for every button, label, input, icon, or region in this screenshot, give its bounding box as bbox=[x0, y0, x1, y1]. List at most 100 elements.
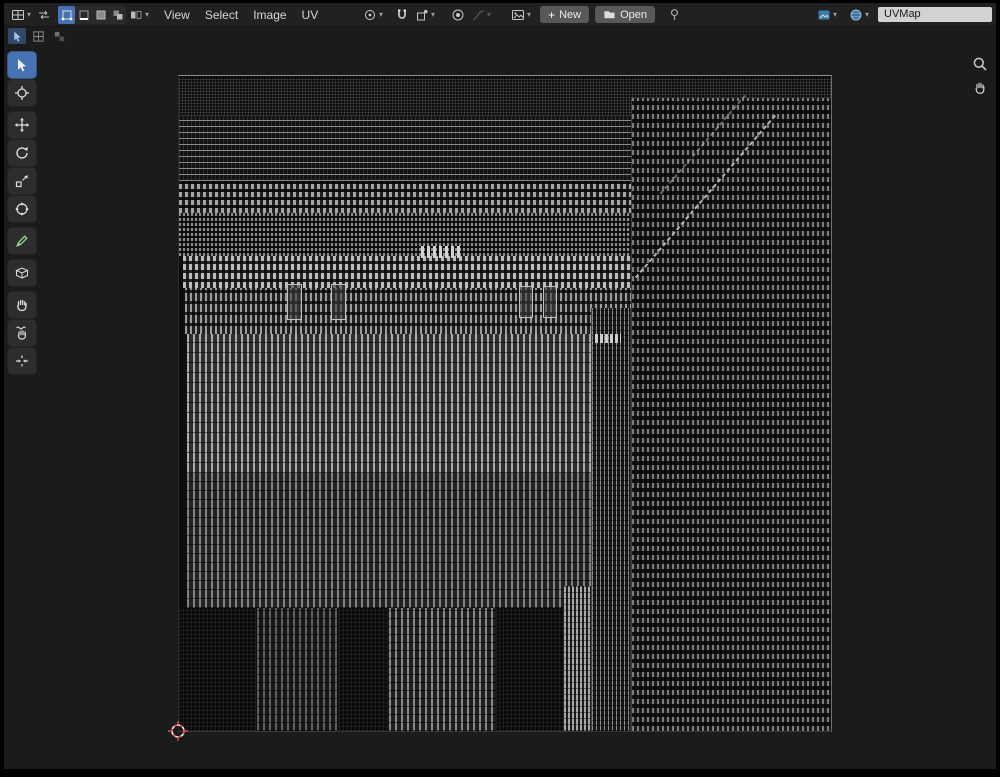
pin-image-toggle[interactable] bbox=[665, 5, 684, 24]
uv-mesh-region-dense-dots bbox=[179, 213, 644, 256]
pivot-point-dropdown[interactable]: ▾ bbox=[360, 5, 386, 24]
edge-mode-icon bbox=[79, 10, 89, 20]
proportional-editing-toggle[interactable] bbox=[448, 5, 468, 24]
tool-popover-2[interactable] bbox=[50, 28, 68, 44]
uv-bright-rect-2 bbox=[331, 284, 346, 320]
menu-uv[interactable]: UV bbox=[302, 8, 319, 22]
uv-image-area[interactable] bbox=[178, 75, 832, 732]
relax-hand-icon bbox=[16, 326, 26, 340]
move-icon bbox=[14, 117, 30, 133]
sticky-selection-icon bbox=[131, 10, 142, 19]
uv-bright-cluster-2 bbox=[595, 334, 621, 343]
annotate-pencil-icon bbox=[16, 235, 28, 247]
uv-select-mode-group bbox=[58, 5, 127, 24]
uv-mesh-region-dash-rows bbox=[179, 181, 644, 213]
tool-relax[interactable] bbox=[8, 320, 36, 346]
tool-rotate[interactable] bbox=[8, 140, 36, 166]
tool-rip-region[interactable] bbox=[8, 260, 36, 286]
display-channels-icon bbox=[818, 10, 830, 19]
pin-icon bbox=[670, 9, 679, 21]
squares-icon bbox=[54, 31, 64, 41]
header-left-cluster: ▾ ▾ View Select Image UV bbox=[8, 3, 318, 26]
chevron-down-icon: ▾ bbox=[832, 9, 837, 19]
menubar: View Select Image UV bbox=[164, 8, 318, 22]
tweak-select-icon bbox=[18, 59, 26, 72]
tool-move[interactable] bbox=[8, 112, 36, 138]
chevron-down-icon: ▾ bbox=[431, 9, 436, 19]
open-image-label: Open bbox=[620, 8, 648, 21]
active-tool-indicator[interactable] bbox=[8, 28, 26, 44]
zoom-gizmo[interactable] bbox=[969, 53, 991, 75]
tool-pinch[interactable] bbox=[8, 348, 36, 374]
falloff-curve-icon bbox=[472, 10, 484, 20]
chevron-down-icon: ▾ bbox=[145, 9, 150, 19]
uv-mesh-region-comb bbox=[185, 288, 641, 334]
chevron-down-icon: ▾ bbox=[487, 9, 492, 19]
chevron-down-icon: ▾ bbox=[527, 9, 532, 19]
pivot-point-icon bbox=[365, 9, 375, 20]
uv-editor-header: ▾ ▾ View Select Image UV ▾ ▾ ▾ ▾ + New O… bbox=[4, 3, 996, 27]
proportional-falloff-dropdown[interactable]: ▾ bbox=[468, 5, 494, 24]
tool-popover-1[interactable] bbox=[29, 28, 47, 44]
tool-settings-bar bbox=[8, 28, 68, 44]
tool-transform[interactable] bbox=[8, 196, 36, 222]
plus-icon: + bbox=[548, 7, 556, 22]
select-mode-island[interactable] bbox=[109, 6, 126, 24]
chevron-down-icon: ▾ bbox=[27, 9, 32, 19]
uv-bright-rect-3 bbox=[519, 286, 533, 318]
menu-select[interactable]: Select bbox=[205, 8, 238, 22]
select-mode-face[interactable] bbox=[92, 6, 109, 24]
folder-icon bbox=[604, 11, 615, 19]
magnet-icon bbox=[398, 9, 406, 19]
tool-tweak-select[interactable] bbox=[8, 52, 36, 78]
uv-mesh-region-middle-strip bbox=[591, 308, 631, 731]
tool-scale[interactable] bbox=[8, 168, 36, 194]
uv-mesh-region-bottom-patch-3 bbox=[564, 586, 591, 731]
magnifier-icon bbox=[973, 57, 987, 71]
uvmap-name-field[interactable]: UVMap bbox=[878, 7, 992, 22]
uv-mesh-region-bright-band bbox=[183, 256, 641, 288]
chevron-down-icon: ▾ bbox=[864, 9, 869, 19]
sphere-icon bbox=[850, 9, 862, 20]
display-channels-dropdown[interactable]: ▾ bbox=[814, 5, 840, 24]
header-right-cluster: ▾ ▾ UVMap bbox=[814, 3, 992, 26]
uv-bright-rect-1 bbox=[287, 284, 302, 320]
sync-arrows-icon bbox=[39, 10, 50, 19]
uv-sync-selection-toggle[interactable] bbox=[34, 5, 54, 24]
rotate-icon bbox=[16, 146, 28, 159]
uv-bright-cluster-1 bbox=[421, 246, 463, 258]
blender-window: ▾ ▾ View Select Image UV ▾ ▾ ▾ ▾ + New O… bbox=[0, 0, 1000, 777]
new-image-button[interactable]: + New bbox=[540, 6, 590, 23]
uv-mesh-region-bottom-patch-1 bbox=[257, 608, 337, 731]
island-mode-icon bbox=[113, 10, 123, 19]
menu-view[interactable]: View bbox=[164, 8, 190, 22]
chevron-down-icon: ▾ bbox=[379, 9, 384, 19]
sticky-selection-dropdown[interactable]: ▾ bbox=[126, 5, 152, 24]
vertex-mode-icon bbox=[61, 10, 72, 20]
open-image-button[interactable]: Open bbox=[595, 6, 656, 23]
browse-image-dropdown[interactable]: ▾ bbox=[508, 5, 534, 24]
snap-toggle[interactable] bbox=[392, 5, 412, 24]
editor-type-dropdown[interactable]: ▾ bbox=[8, 5, 34, 24]
grid-icon bbox=[32, 30, 44, 42]
select-mode-edge[interactable] bbox=[75, 6, 92, 24]
header-center-cluster: ▾ ▾ ▾ ▾ + New Open bbox=[360, 3, 684, 26]
2d-cursor[interactable] bbox=[168, 721, 188, 741]
rip-region-icon bbox=[15, 267, 29, 279]
pinch-icon bbox=[16, 355, 28, 367]
2d-cursor-crosshair-icon bbox=[168, 721, 188, 741]
image-icon bbox=[512, 9, 525, 20]
snap-target-dropdown[interactable]: ▾ bbox=[412, 5, 438, 24]
tool-grab[interactable] bbox=[8, 292, 36, 318]
tool-annotate[interactable] bbox=[8, 228, 36, 254]
tweak-tool-icon bbox=[13, 31, 21, 42]
menu-image[interactable]: Image bbox=[253, 8, 286, 22]
uv-texture-dropdown[interactable]: ▾ bbox=[846, 5, 872, 24]
uv-bright-rect-4 bbox=[543, 286, 557, 318]
tool-2d-cursor[interactable] bbox=[8, 80, 36, 106]
pan-gizmo[interactable] bbox=[969, 77, 991, 99]
face-mode-icon bbox=[96, 10, 106, 19]
proportional-editing-icon bbox=[452, 9, 464, 20]
select-mode-vertex[interactable] bbox=[58, 5, 76, 24]
pan-hand-icon bbox=[975, 82, 985, 95]
